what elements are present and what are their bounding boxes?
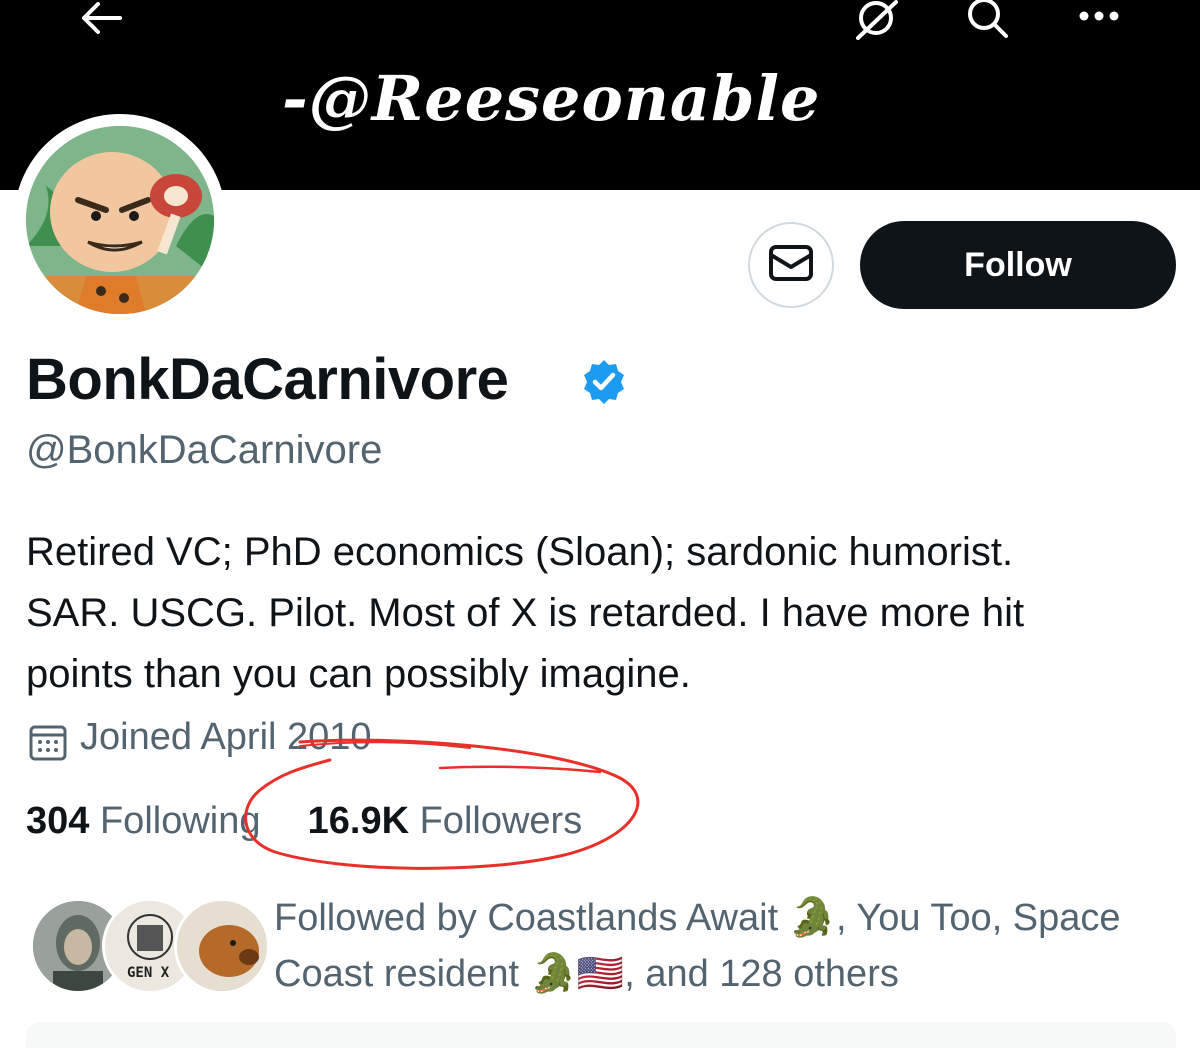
following-label: Following [99,800,261,842]
follow-button[interactable]: Follow [860,221,1176,309]
avatar-badge-text: GEN X [127,965,170,981]
banner-text: -@Reeseonable [282,62,821,135]
display-name: BonkDaCarnivore [26,347,509,412]
message-button[interactable] [748,222,834,308]
avatar-image [26,126,214,314]
joined-text: Joined April 2010 [80,716,372,758]
followers-label: Followers [419,800,583,842]
followers-you-know-text: Followed by Coastlands Await 🐊, You Too,… [274,890,1184,1002]
followers-count: 16.9K [307,800,410,842]
fyk-line: Followed by Coastlands Await 🐊, You Too,… [274,897,1121,939]
fyk-line: Coast resident 🐊🇺🇸, and 128 others [274,953,899,995]
followers-you-know[interactable]: GEN X Followed by Coastlands Await 🐊, Yo… [26,890,1186,1000]
followers-link[interactable]: 16.9K Followers [308,800,583,842]
grok-icon[interactable] [852,0,902,40]
bio-line: SAR. USCG. Pilot. Most of X is retarded.… [26,591,1025,635]
profile-handle: @BonkDaCarnivore [26,428,383,472]
profile-avatar[interactable] [14,114,226,326]
arrow-left-icon[interactable] [78,0,124,36]
search-icon[interactable] [962,0,1014,42]
following-link[interactable]: 304 Following [26,800,271,842]
verified-badge-icon[interactable] [580,358,628,411]
profile-stats: 304 Following 16.9K Followers [26,800,582,843]
envelope-icon [768,243,814,288]
calendar-icon [28,722,68,767]
follower-avatar [174,898,270,994]
profile-bio: Retired VC; PhD economics (Sloan); sardo… [26,522,1176,705]
bio-line: Retired VC; PhD economics (Sloan); sardo… [26,530,1014,574]
communities-section[interactable] [26,1022,1176,1048]
bio-line: points than you can possibly imagine. [26,652,691,696]
more-icon[interactable] [1076,4,1122,28]
following-count: 304 [26,800,90,842]
